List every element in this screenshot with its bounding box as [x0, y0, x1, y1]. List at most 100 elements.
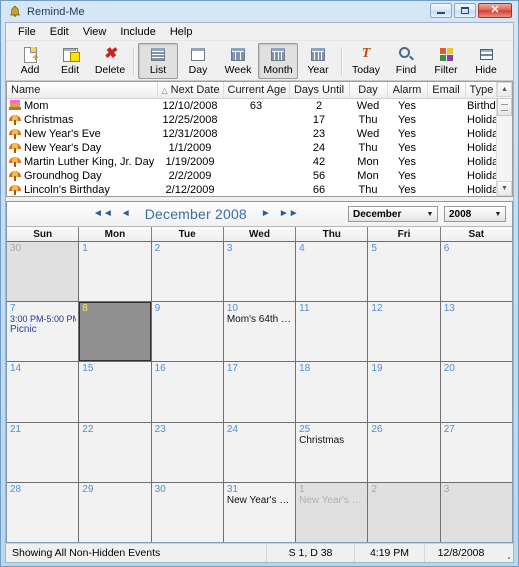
year-select[interactable]: 2008 ▼ — [444, 206, 506, 222]
toolbar-month-button[interactable]: Month — [258, 43, 298, 79]
column-header-alarm[interactable]: Alarm — [387, 82, 427, 99]
calendar-day-cell[interactable]: 2 — [368, 483, 440, 542]
column-header-current-age[interactable]: Current Age — [223, 82, 289, 99]
calendar-day-cell[interactable]: 13 — [441, 302, 512, 361]
calendar-day-cell[interactable]: 23 — [152, 423, 224, 482]
calendar-day-cell[interactable]: 11 — [296, 302, 368, 361]
column-header-days-until[interactable]: Days Until — [289, 82, 349, 99]
cell-name: Groundhog Day — [7, 169, 157, 183]
next-month-button[interactable]: ► — [257, 208, 275, 220]
column-header-name[interactable]: Name — [7, 82, 157, 99]
toolbar-week-button[interactable]: Week — [218, 43, 258, 79]
calendar-day-cell[interactable]: 21 — [7, 423, 79, 482]
table-row[interactable]: New Year's Day1/1/200924ThuYesHoliday — [7, 141, 496, 155]
calendar-pane: ◄◄ ◄ December 2008 ► ►► December ▼ 2008 … — [6, 201, 513, 543]
month-select[interactable]: December ▼ — [348, 206, 438, 222]
table-row[interactable]: Martin Luther King, Jr. Day1/19/200942Mo… — [7, 155, 496, 169]
day-number: 27 — [444, 424, 510, 435]
calendar-event[interactable]: Mom's 64th … — [227, 314, 293, 325]
calendar-day-cell[interactable]: 17 — [224, 362, 296, 421]
next-year-button[interactable]: ►► — [275, 208, 303, 220]
calendar-day-cell[interactable]: 26 — [368, 423, 440, 482]
toolbar-edit-button[interactable]: Edit — [50, 43, 90, 79]
calendar-day-cell[interactable]: 19 — [368, 362, 440, 421]
status-bar: Showing All Non-Hidden Events S 1, D 38 … — [6, 543, 513, 562]
toolbar-filter-button[interactable]: Filter — [426, 43, 466, 79]
toolbar-list-button[interactable]: List — [138, 43, 178, 79]
menu-help[interactable]: Help — [163, 25, 200, 39]
cell-name: New Year's Day — [7, 141, 157, 155]
calendar-day-cell[interactable]: 31New Year's … — [224, 483, 296, 542]
column-header-type[interactable]: Type — [465, 82, 496, 99]
menu-edit[interactable]: Edit — [43, 25, 76, 39]
minimize-button[interactable] — [430, 3, 452, 18]
table-row[interactable]: Christmas12/25/200817ThuYesHoliday — [7, 113, 496, 127]
prev-year-button[interactable]: ◄◄ — [89, 208, 117, 220]
calendar-day-cell[interactable]: 28 — [7, 483, 79, 542]
calendar-day-cell[interactable]: 6 — [441, 242, 512, 301]
calendar-day-cell[interactable]: 20 — [441, 362, 512, 421]
scrollbar-track[interactable] — [497, 97, 512, 181]
calendar-event[interactable]: New Year's … — [227, 495, 293, 506]
table-row[interactable]: Groundhog Day2/2/200956MonYesHoliday — [7, 169, 496, 183]
calendar-day-cell[interactable]: 10Mom's 64th … — [224, 302, 296, 361]
calendar-day-cell[interactable]: 1 — [79, 242, 151, 301]
calendar-event[interactable]: Picnic — [10, 324, 76, 335]
toolbar-delete-button[interactable]: ✖ Delete — [90, 43, 130, 79]
cell-alarm: Yes — [387, 169, 427, 183]
list-vertical-scrollbar[interactable]: ▲ ▼ — [496, 82, 512, 196]
toolbar-year-button[interactable]: Year — [298, 43, 338, 79]
scroll-down-arrow-icon[interactable]: ▼ — [497, 181, 512, 196]
day-number: 2 — [155, 243, 221, 254]
table-row[interactable]: Lincoln's Birthday2/12/200966ThuYesHolid… — [7, 183, 496, 196]
maximize-button[interactable] — [454, 3, 476, 18]
calendar-day-cell[interactable]: 3 — [224, 242, 296, 301]
toolbar-add-button[interactable]: + Add — [10, 43, 50, 79]
calendar-day-cell[interactable]: 24 — [224, 423, 296, 482]
calendar-day-cell[interactable]: 27 — [441, 423, 512, 482]
prev-month-button[interactable]: ◄ — [117, 208, 135, 220]
cell-day: Wed — [349, 99, 387, 114]
column-header-email[interactable]: Email — [427, 82, 465, 99]
calendar-day-cell[interactable]: 15 — [79, 362, 151, 421]
calendar-day-cell[interactable]: 3 — [441, 483, 512, 542]
minimize-icon — [437, 12, 445, 14]
calendar-day-cell[interactable]: 1New Year's … — [296, 483, 368, 542]
calendar-day-cell[interactable]: 30 — [7, 242, 79, 301]
toolbar-today-button[interactable]: T Today — [346, 43, 386, 79]
menu-include[interactable]: Include — [113, 25, 162, 39]
menu-view[interactable]: View — [76, 25, 114, 39]
column-header-next-date[interactable]: △Next Date — [157, 82, 223, 99]
toolbar-day-button[interactable]: Day — [178, 43, 218, 79]
calendar-event[interactable]: 3:00 PM-5:00 PM — [10, 314, 76, 324]
calendar-day-cell[interactable]: 22 — [79, 423, 151, 482]
table-row[interactable]: Mom12/10/2008632WedYesBirthday — [7, 99, 496, 114]
calendar-day-cell[interactable]: 14 — [7, 362, 79, 421]
calendar-day-cell[interactable]: 8 — [79, 302, 151, 361]
calendar-day-cell[interactable]: 30 — [152, 483, 224, 542]
calendar-day-cell[interactable]: 12 — [368, 302, 440, 361]
scroll-up-arrow-icon[interactable]: ▲ — [497, 82, 512, 97]
events-list-view[interactable]: Name △Next Date Current Age Days Until D… — [6, 81, 513, 197]
calendar-day-cell[interactable]: 25Christmas — [296, 423, 368, 482]
calendar-event[interactable]: Christmas — [299, 435, 365, 446]
close-button[interactable]: ✕ — [478, 3, 512, 18]
day-number: 7 — [10, 303, 76, 314]
scrollbar-thumb[interactable] — [497, 98, 512, 116]
calendar-day-cell[interactable]: 4 — [296, 242, 368, 301]
calendar-event[interactable]: New Year's … — [299, 495, 365, 506]
toolbar-edit-label: Edit — [61, 64, 79, 76]
calendar-day-cell[interactable]: 2 — [152, 242, 224, 301]
calendar-day-cell[interactable]: 18 — [296, 362, 368, 421]
calendar-day-cell[interactable]: 16 — [152, 362, 224, 421]
calendar-day-cell[interactable]: 5 — [368, 242, 440, 301]
resize-grip-icon[interactable] — [497, 544, 513, 562]
menu-file[interactable]: File — [11, 25, 43, 39]
table-row[interactable]: New Year's Eve12/31/200823WedYesHoliday — [7, 127, 496, 141]
toolbar-find-button[interactable]: Find — [386, 43, 426, 79]
calendar-day-cell[interactable]: 29 — [79, 483, 151, 542]
calendar-day-cell[interactable]: 73:00 PM-5:00 PMPicnic — [7, 302, 79, 361]
calendar-day-cell[interactable]: 9 — [152, 302, 224, 361]
column-header-day[interactable]: Day — [349, 82, 387, 99]
toolbar-hide-button[interactable]: Hide — [466, 43, 506, 79]
